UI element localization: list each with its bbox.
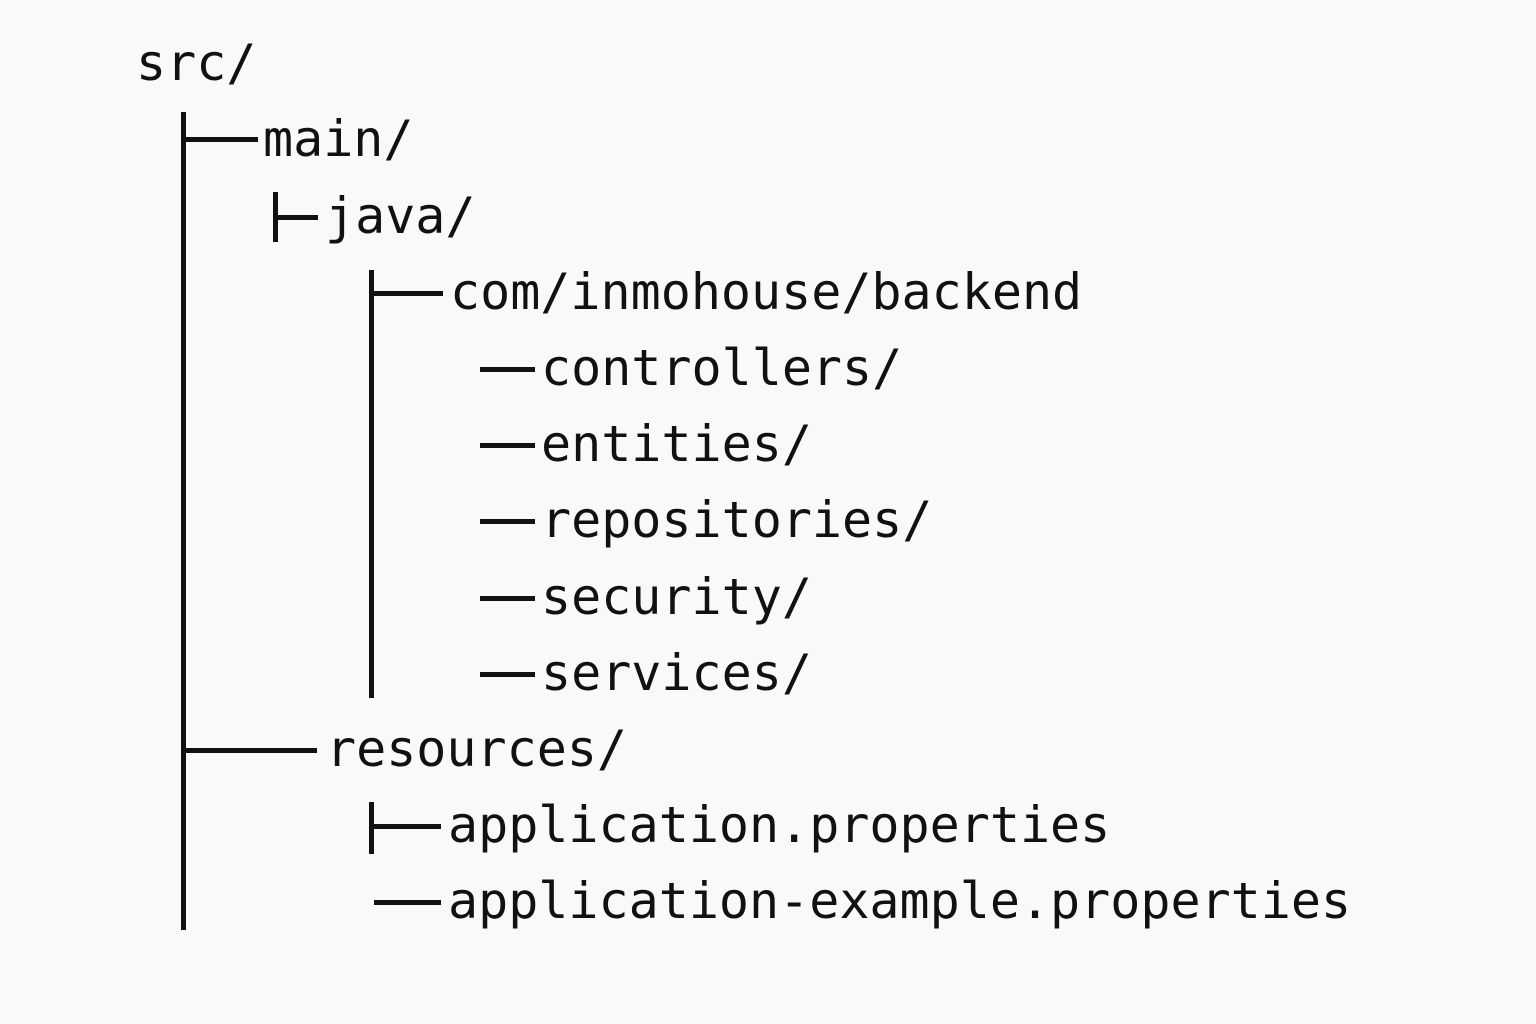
tree-trunk-line [181,112,186,930]
resources-connector [181,748,317,753]
resources-folder-label: resources/ [326,720,628,778]
package-folder-label: com/inmohouse/backend [450,263,1083,321]
java-connector [273,215,318,220]
security-connector [480,596,535,601]
services-folder-label: services/ [541,644,812,702]
entities-connector [480,443,535,448]
controllers-connector [480,367,535,372]
security-folder-label: security/ [541,568,812,626]
example-properties-connector [374,900,441,905]
main-folder-label: main/ [263,110,414,168]
example-properties-file-label: application-example.properties [448,872,1352,930]
root-folder-label: src/ [136,34,257,92]
repositories-folder-label: repositories/ [541,491,933,549]
directory-tree-diagram: src/ main/ java/ com/inmohouse/backend c… [0,0,1536,1024]
package-connector [369,291,443,296]
properties-file-label: application.properties [448,796,1111,854]
java-branch-line [369,270,374,698]
properties-connector [369,824,441,829]
repositories-connector [480,519,535,524]
entities-folder-label: entities/ [541,415,812,473]
main-connector [181,137,258,142]
controllers-folder-label: controllers/ [541,339,903,397]
java-folder-label: java/ [325,187,476,245]
services-connector [480,672,535,677]
